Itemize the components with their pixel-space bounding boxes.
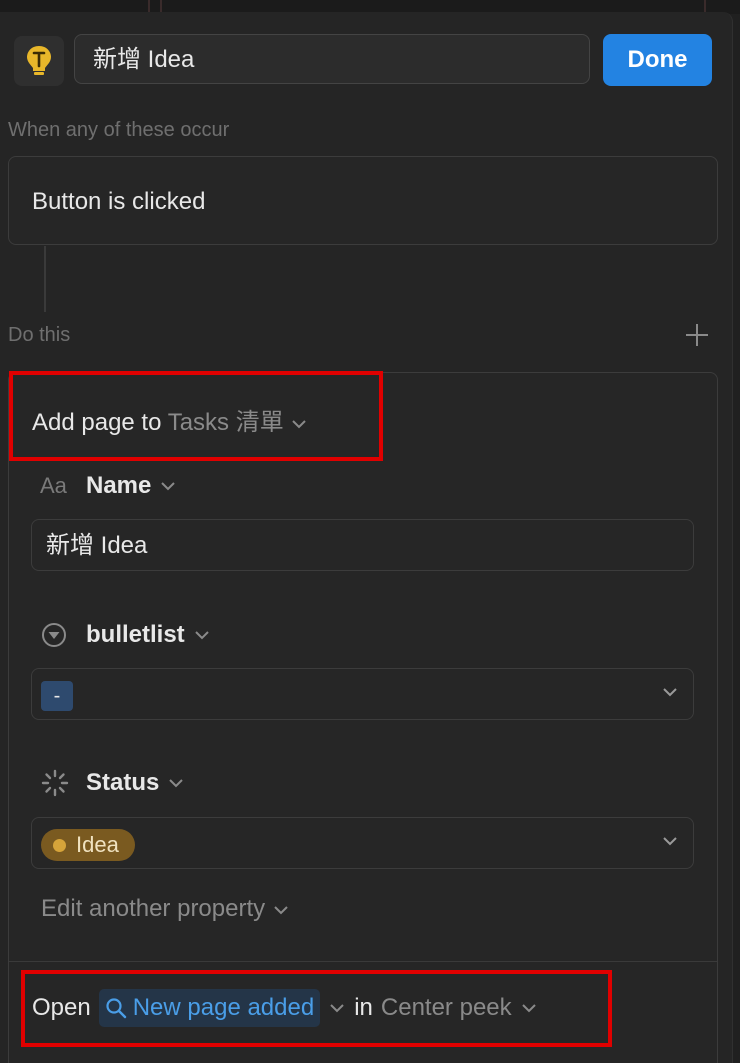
- button-automation-editor: 新增 Idea Done When any of these occur But…: [0, 0, 740, 1063]
- status-select[interactable]: Idea: [31, 817, 694, 869]
- bulletlist-value-tag: -: [41, 681, 73, 711]
- divider: [9, 961, 717, 962]
- trigger-section-label: When any of these occur: [8, 119, 230, 141]
- done-button[interactable]: Done: [603, 34, 712, 86]
- name-value-field[interactable]: 新增 Idea: [31, 519, 694, 571]
- edit-another-property[interactable]: Edit another property: [41, 895, 290, 923]
- property-bulletlist-row[interactable]: bulletlist: [40, 619, 211, 651]
- button-name-input[interactable]: 新增 Idea: [74, 34, 590, 84]
- text-aa-icon: Aa: [40, 473, 67, 498]
- trigger-item[interactable]: Button is clicked: [8, 156, 718, 245]
- property-status-row[interactable]: Status: [40, 767, 185, 799]
- status-idea-tag: Idea: [41, 829, 135, 861]
- chevron-down-icon: [274, 905, 288, 915]
- edit-another-label: Edit another property: [41, 895, 266, 922]
- plus-icon[interactable]: [684, 322, 710, 348]
- name-value-text: 新增 Idea: [46, 532, 148, 559]
- status-value-text: Idea: [76, 832, 119, 857]
- property-status-label: Status: [86, 769, 160, 796]
- chevron-down-icon: [663, 837, 677, 846]
- chevron-down-icon: [169, 779, 184, 788]
- lightbulb-icon[interactable]: [14, 36, 64, 86]
- action-section-label: Do this: [8, 324, 71, 346]
- property-bulletlist-label: bulletlist: [86, 621, 185, 648]
- chevron-down-icon: [161, 482, 176, 491]
- property-name-row[interactable]: Aa Name: [40, 470, 177, 502]
- chevron-down-icon: [663, 688, 677, 697]
- connector-line: [44, 246, 46, 312]
- select-circle-icon: [40, 621, 74, 649]
- highlight-box-open: [21, 970, 612, 1047]
- status-dot: [53, 838, 66, 852]
- highlight-box-add-page: [9, 371, 383, 461]
- chevron-down-icon: [194, 631, 209, 640]
- status-spinner-icon: [40, 768, 74, 798]
- property-name-label: Name: [86, 472, 152, 499]
- bulletlist-select[interactable]: -: [31, 668, 694, 720]
